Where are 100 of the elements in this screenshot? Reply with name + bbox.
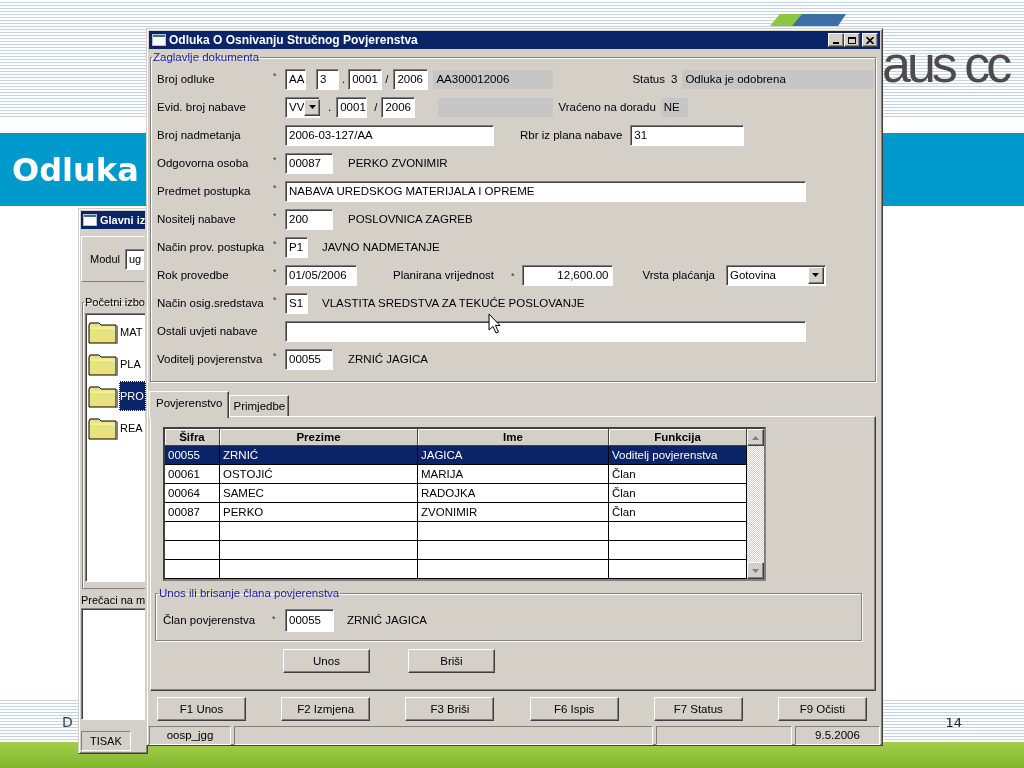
field-label: Rok provedbe (157, 269, 230, 281)
folder-icon (88, 416, 118, 440)
folder-label[interactable]: REA (119, 413, 145, 443)
value-text: POSLOVNICA ZAGREB (348, 213, 473, 225)
function-key-button[interactable]: F3 Briši (405, 697, 495, 721)
dropdown-field[interactable]: VV (285, 96, 320, 118)
value-text: ZRNIĆ JAGICA (348, 353, 428, 365)
close-button[interactable] (862, 33, 878, 47)
scroll-up-button[interactable] (747, 429, 764, 446)
function-key-button[interactable]: F6 Ispis (529, 697, 619, 721)
input-field[interactable]: 0001 (348, 68, 383, 90)
input-field[interactable]: 00055 (285, 348, 333, 370)
field-label: Nositelj nabave (157, 213, 237, 225)
input-field[interactable]: 2006-03-127/AA (285, 124, 494, 146)
table-cell: PERKO (220, 503, 418, 522)
input-field[interactable]: 12,600.00 (521, 264, 613, 286)
footer-text: D (62, 714, 73, 730)
caret-down-icon (812, 273, 820, 277)
input-field[interactable]: S1 (285, 292, 308, 314)
column-header[interactable]: Ime (418, 429, 609, 446)
action-button[interactable]: Unos (283, 649, 370, 673)
separator: . (342, 73, 346, 85)
status-panel: 9.5.2006 (795, 726, 880, 745)
input-field[interactable]: P1 (285, 236, 308, 258)
column-header[interactable]: Prezime (220, 429, 418, 446)
value-text: 3 (671, 73, 678, 85)
page-number: 14 (945, 714, 962, 730)
required-mark: * (511, 271, 515, 281)
action-button[interactable]: Briši (408, 649, 495, 673)
input-field[interactable]: ug (124, 248, 145, 270)
table-row[interactable]: 00055 ZRNIĆ JAGICA Voditelj povjerenstva (165, 446, 747, 465)
dropdown-button[interactable] (808, 266, 824, 284)
column-header[interactable]: Funkcija (609, 429, 747, 446)
function-key-button[interactable]: F2 Izmjena (281, 697, 371, 721)
value-text: ZRNIĆ JAGICA (347, 614, 428, 626)
input-field[interactable]: 31 (630, 124, 745, 146)
input-field[interactable]: 2006 (381, 96, 416, 118)
required-mark: * (273, 212, 277, 221)
input-field[interactable]: AA (285, 68, 306, 90)
folder-icon (88, 320, 118, 344)
folder-label[interactable]: PLA (119, 349, 143, 379)
section-label: Prečaci na m (81, 594, 145, 607)
field-label: Predmet postupka (157, 185, 252, 197)
function-key-button[interactable]: F9 Očisti (777, 697, 867, 721)
minimize-button[interactable] (828, 33, 844, 47)
field-label: Vraćeno na doradu (558, 101, 656, 113)
tab[interactable]: Povjerenstvo (149, 391, 230, 418)
table-row[interactable]: 00087 PERKO ZVONIMIR Član (165, 503, 747, 522)
vertical-scrollbar[interactable] (747, 429, 764, 579)
separator: / (385, 73, 389, 85)
dropdown-button[interactable] (304, 98, 321, 116)
required-mark: * (273, 296, 277, 305)
table-cell (165, 522, 220, 541)
field-label: Rbr iz plana nabave (520, 129, 623, 141)
caret-down-icon (752, 568, 759, 573)
field-label: Način osig.sredstava (157, 297, 265, 309)
table-cell: 00087 (165, 503, 220, 522)
dropdown-field[interactable]: Gotovina (726, 264, 826, 286)
scroll-down-button[interactable] (747, 562, 764, 579)
input-field[interactable]: 200 (285, 208, 333, 230)
window-title: Glavni iz (100, 214, 146, 226)
input-field[interactable]: NABAVA UREDSKOG MATERIJALA I OPREME (285, 180, 806, 202)
required-mark: * (273, 352, 277, 361)
readonly-field: NE (660, 97, 688, 117)
logo-swoosh-icon (770, 14, 846, 26)
table-row[interactable]: 00064 SAMEC RADOJKA Član (165, 484, 747, 503)
field-label: Evid. broj nabave (157, 101, 247, 113)
value-text: VLASTITA SREDSTVA ZA TEKUĆE POSLOVANJE (322, 297, 585, 309)
field-label: Vrsta plaćanja (642, 269, 715, 281)
function-key-button[interactable]: F1 Unos (157, 697, 246, 721)
column-header[interactable]: Šifra (165, 429, 220, 446)
mouse-pointer-icon (488, 313, 501, 334)
input-field[interactable]: 2006 (393, 68, 429, 90)
maximize-icon (848, 36, 856, 44)
value-text: JAVNO NADMETANJE (322, 241, 440, 253)
input-field[interactable]: 3 (316, 68, 339, 90)
input-field[interactable] (285, 320, 806, 342)
input-field[interactable]: 00087 (285, 152, 333, 174)
field-label: Odgovorna osoba (157, 157, 250, 169)
folder-label[interactable]: MAT (119, 317, 145, 347)
input-field[interactable]: 0001 (336, 96, 368, 118)
field-label: Modul (90, 252, 120, 266)
input-field[interactable]: 01/05/2006 (285, 264, 357, 286)
required-mark: * (273, 268, 277, 277)
readonly-field: AA300012006 (433, 69, 554, 89)
group-legend: Početni izbo (84, 296, 146, 309)
table-row[interactable]: 00061 OSTOJIĆ MARIJA Član (165, 465, 747, 484)
required-mark: * (272, 615, 276, 624)
field-label: Voditelj povjerenstva (157, 353, 264, 365)
table-cell (165, 541, 220, 560)
folder-label[interactable]: PRO (119, 381, 146, 411)
field-label: Ostali uvjeti nabave (157, 325, 259, 337)
field-label: Planirana vrijednost (393, 269, 494, 281)
function-key-button[interactable]: F7 Status (653, 697, 743, 721)
table-cell: ZVONIMIR (418, 503, 609, 522)
maximize-button[interactable] (844, 33, 860, 47)
status-panel: oosp_jgg (149, 726, 231, 745)
required-mark: * (273, 184, 277, 193)
input-field[interactable]: 00055 (285, 608, 334, 632)
tab[interactable]: Primjedbe (229, 395, 290, 416)
